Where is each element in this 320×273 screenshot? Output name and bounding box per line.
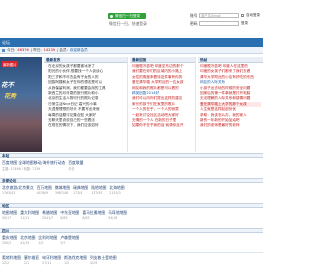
forum-section-1: 本站 百度地图 全球地图移动/海外旅行动态 主题: 17496 / 帖数: 713… xyxy=(0,153,263,171)
board-item[interactable]: 列支敦士登地图 4/29 xyxy=(90,255,117,265)
banner-tag: 最新图片 xyxy=(2,61,18,67)
board-item[interactable]: 重庆地图 200/1 xyxy=(2,235,17,245)
board-item[interactable]: 喜马拉雅地图 8/63 xyxy=(82,210,105,220)
board-item[interactable]: 斯洛伐克地图 1/2 xyxy=(64,255,87,265)
wechat-icon xyxy=(110,14,113,18)
wechat-login-button[interactable]: 微信扫一扫登录 xyxy=(108,13,146,19)
board-stat: 2041/7 xyxy=(42,216,54,220)
board-stat: 34/18 xyxy=(108,216,118,220)
banner-text-2: 花秀 xyxy=(4,93,17,100)
board-stat: 4436/9 xyxy=(36,191,48,195)
board-stat: 12/2 xyxy=(2,261,10,265)
board-item[interactable]: 比利时地图 1/2 xyxy=(38,235,57,245)
wechat-login-hint: 微信扫一扫，快速登录 xyxy=(109,21,147,26)
forum-section-3: 地区 地图地图 50/17 重大利地图 11/11 希腊地图 2041/7 中东亚地图 8/8… xyxy=(0,203,263,220)
latest-replies-column: 最新回复 印度棍冷兹吧 印度至东边的那个 我们要在你们的区域内的小路上 女性的角度来… xyxy=(130,57,196,152)
remember-label: 自动登录 xyxy=(246,13,260,17)
thread-link[interactable]: 我们的老师是最好的老师 xyxy=(200,123,261,128)
board-item[interactable]: 马耳他地图 34/18 xyxy=(108,210,127,220)
board-item[interactable]: 百万地图 4436/9 xyxy=(37,185,52,195)
board-stat: 今日 xyxy=(68,167,75,171)
password-input[interactable] xyxy=(199,21,239,26)
board-item[interactable]: 瑞典地图 173/4 xyxy=(73,185,88,195)
nav-forum-tab[interactable]: 论坛 xyxy=(2,40,10,46)
board-stat: 200/1 xyxy=(2,241,12,245)
board-stat: 2153/3 xyxy=(109,191,121,195)
forum-section-5: 奥地利地图 12/2 塞尔维亚 2/1 匈牙利地图 27/11 斯洛伐克地图 1/2 列支敦士登… xyxy=(0,252,263,265)
login-form: 账号 用户名/Email 自动登录 密码 登录 xyxy=(190,12,263,30)
yesterday-label: | 昨日: xyxy=(30,47,42,52)
members-label: | 会员: xyxy=(57,47,68,52)
wechat-badge-label: 微信扫一扫登录 xyxy=(115,13,141,18)
banner-text-1: 花不 xyxy=(1,81,14,89)
yesterday-value: 14239 xyxy=(43,48,56,52)
hot-threads-column: 热帖 印度棍冷兹吧 印度人在这里的 印度的女孩子们都来了我们去看 清华大学附近的小店… xyxy=(198,57,263,152)
featured-banner[interactable]: 最新图片 花不 花秀 xyxy=(0,57,42,152)
board-stat: 50/17 xyxy=(2,216,12,220)
board-item[interactable]: 奥地利地图 12/2 xyxy=(2,255,21,265)
account-label: 账号 xyxy=(190,12,198,18)
board-stat: 27/11 xyxy=(42,261,52,265)
password-label: 密码 xyxy=(190,20,198,26)
board-item[interactable]: 希腊地图 2041/7 xyxy=(42,210,57,220)
board-stat: 41/15 xyxy=(20,241,30,245)
board-item[interactable]: 中东亚地图 8/83 xyxy=(60,210,79,220)
featured-panel: 最新图片 花不 花秀 最新发表 在北京的女孩子都要被冰凉了阳光的小伙伴,想要找一… xyxy=(0,57,263,152)
board-stat: 8/63 xyxy=(82,216,90,220)
board-stat: 8/83 xyxy=(60,216,68,220)
main-nav: 论坛 xyxy=(0,38,263,47)
remember-checkbox[interactable] xyxy=(241,14,244,17)
today-label: 今日: xyxy=(7,47,16,52)
board-stat: 137/93 xyxy=(91,191,103,195)
board-stat: 2/1 xyxy=(23,261,30,265)
board-stat: 11/11 xyxy=(20,216,30,220)
board-item[interactable]: 北京旅游/北京景点 1763/43 xyxy=(2,185,34,195)
board-item[interactable]: 地图地图 50/17 xyxy=(2,210,17,220)
latest-posts-column: 最新发表 在北京的女孩子都要被冰凉了阳光的小伙伴,想要找一个人谈谈心阳三岁和不可… xyxy=(44,57,128,152)
board-item[interactable]: 北海地图 2153/3 xyxy=(109,185,124,195)
board-stat: 4/29 xyxy=(89,261,98,265)
board-item[interactable]: 卢森堡地图 5/7 xyxy=(60,235,79,245)
forum-section-4: 四川 重庆地图 200/1 北京地图 41/15 比利时地图 1/2 卢森堡地图 5/7 xyxy=(0,228,263,245)
login-button[interactable]: 登录 xyxy=(241,21,248,26)
board-stat: 5/7 xyxy=(60,241,66,245)
board-item[interactable]: 塞尔维亚 2/1 xyxy=(24,255,39,265)
account-input[interactable]: 用户名/Email xyxy=(199,13,239,18)
board-stat: 主题: 17496 / 帖数: 7139 xyxy=(2,167,41,171)
board-item[interactable]: 陆地地图 137/93 xyxy=(91,185,106,195)
site-header: 微信扫一扫登录 微信扫一扫，快速登录 账号 用户名/Email 自动登录 密码 … xyxy=(0,0,263,38)
board-stat: 3987/48 xyxy=(54,191,69,195)
board-stat: 1/2 xyxy=(64,261,70,265)
stats-bar: 今日: 46376 | 昨日: 14239 | 会员: 欢迎新会员 xyxy=(0,47,263,54)
board-stat: 1/2 xyxy=(38,241,44,245)
board-item[interactable]: 百度联盟 今日 xyxy=(68,160,83,171)
board-item[interactable]: 百度地图 全球地图移动/海外旅行动态 主题: 17496 / 帖数: 7139 xyxy=(2,160,65,171)
board-item[interactable]: 重大利地图 11/11 xyxy=(20,210,39,220)
new-member-link[interactable]: 欢迎新会员 xyxy=(70,48,88,53)
thread-link[interactable]: 在现在的情况下，我们应该如何 xyxy=(46,123,125,128)
board-stat: 173/4 xyxy=(73,191,83,195)
today-value: 46376 xyxy=(17,48,29,52)
forum-section-2: 多家论坛 北京旅游/北京景点 1763/43 百万地图 4436/9 携城地图 3987/… xyxy=(0,178,263,195)
board-item[interactable]: 北京地图 41/15 xyxy=(20,235,35,245)
thread-link[interactable]: 如果你不在乎我的话 就请你走开 xyxy=(132,123,193,128)
board-item[interactable]: 匈牙利地图 27/11 xyxy=(42,255,61,265)
home-icon[interactable] xyxy=(2,48,5,52)
board-stat: 1763/43 xyxy=(2,191,16,195)
board-item[interactable]: 携城地图 3987/48 xyxy=(55,185,70,195)
